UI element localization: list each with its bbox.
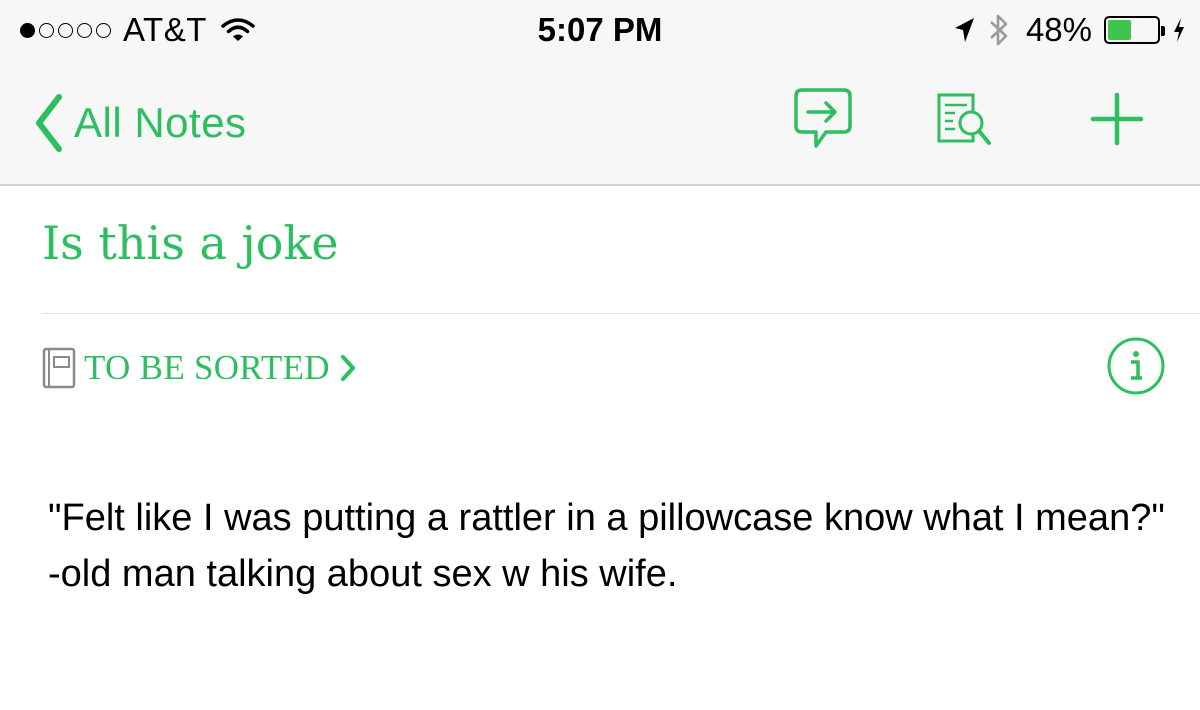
bluetooth-icon [990,14,1008,46]
battery-percentage: 48% [1025,11,1092,48]
location-arrow-icon [954,18,974,42]
note-info-button[interactable] [1106,336,1166,396]
charging-bolt-icon [1174,18,1184,42]
chevron-left-icon [36,94,62,152]
add-note-icon [1090,92,1144,146]
share-icon [794,88,852,148]
chevron-right-icon [340,355,355,381]
battery-level-fill [1108,20,1132,40]
battery-icon [1104,16,1165,44]
notebook-name: TO BE SORTED [84,348,330,387]
status-bar: AT&T 5:07 PM 48% [0,0,1200,60]
title-divider [42,313,1200,314]
note-body[interactable]: "Felt like I was putting a rattler in a … [48,490,1168,602]
note-title[interactable]: Is this a joke [42,216,339,270]
search-note-button[interactable] [930,84,1000,154]
back-button[interactable]: All Notes [34,90,247,156]
back-button-label: All Notes [74,99,247,146]
notebook-icon [42,347,76,389]
share-button[interactable] [788,84,858,154]
note-search-icon [937,93,991,145]
status-right: 48% [952,8,1186,52]
info-icon [1107,337,1165,395]
battery-tip [1161,26,1165,36]
notebook-selector[interactable]: TO BE SORTED [42,345,358,391]
navigation-bar: All Notes [0,60,1200,186]
add-note-button[interactable] [1082,84,1152,154]
